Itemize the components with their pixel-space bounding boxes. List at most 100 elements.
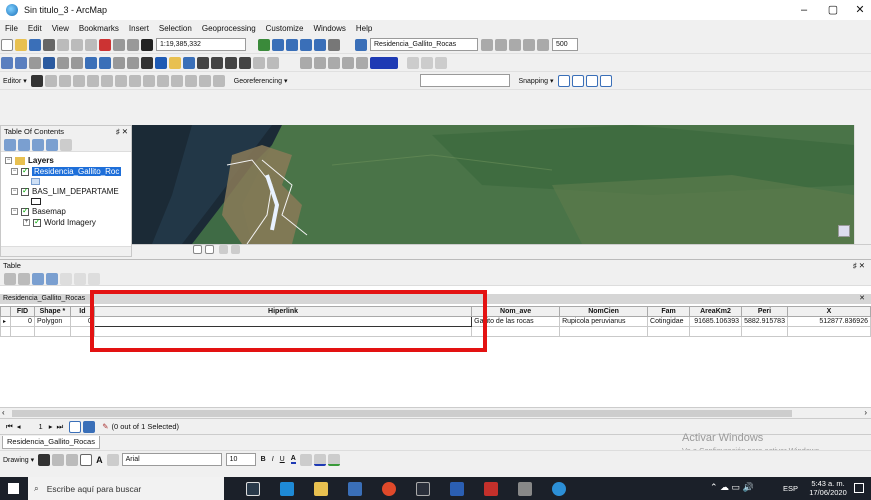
vertex-snapping-icon[interactable] bbox=[585, 74, 598, 87]
menu-insert[interactable]: Insert bbox=[124, 24, 154, 33]
georef-tool-6-icon[interactable] bbox=[407, 56, 419, 69]
zoom-to-selected-icon[interactable] bbox=[74, 272, 86, 285]
layer-visibility-checkbox[interactable] bbox=[21, 166, 29, 176]
fixed-zoom-out-icon[interactable] bbox=[71, 56, 83, 69]
redo-icon[interactable] bbox=[127, 38, 139, 51]
drawing-menu[interactable]: Drawing ▾ bbox=[3, 456, 34, 464]
pan-icon[interactable] bbox=[29, 56, 41, 69]
layer-dropdown[interactable]: Residencia_Gallito_Rocas bbox=[370, 38, 478, 51]
point-icon[interactable] bbox=[100, 74, 113, 87]
catalog-icon[interactable] bbox=[286, 38, 298, 51]
menu-view[interactable]: View bbox=[47, 24, 74, 33]
collapse-icon[interactable]: − bbox=[5, 157, 12, 164]
table-cell[interactable]: Cotingidae bbox=[647, 316, 691, 327]
arcmap-taskbar-icon[interactable] bbox=[552, 481, 566, 496]
paste-icon[interactable] bbox=[85, 38, 97, 51]
map-view[interactable] bbox=[132, 125, 854, 244]
select-features-icon[interactable] bbox=[113, 56, 125, 69]
toc-layer-bas-lim[interactable]: − BAS_LIM_DEPARTAME bbox=[11, 186, 119, 196]
edit-tool-icon[interactable] bbox=[30, 74, 43, 87]
data-view-icon[interactable] bbox=[193, 245, 202, 254]
toc-options-icon[interactable] bbox=[60, 138, 72, 151]
select-elements-icon[interactable] bbox=[141, 56, 153, 69]
flicker-icon[interactable] bbox=[537, 38, 549, 51]
undo-icon[interactable] bbox=[113, 38, 125, 51]
layer-visibility-checkbox[interactable] bbox=[21, 186, 29, 196]
font-size-dropdown[interactable]: 10 bbox=[225, 453, 256, 466]
trace-icon[interactable] bbox=[86, 74, 99, 87]
tray-icons[interactable]: ⌃ ☁ ▭ 🔊 bbox=[710, 482, 754, 493]
search-window-icon[interactable] bbox=[300, 38, 312, 51]
menu-file[interactable]: File bbox=[0, 24, 23, 33]
brightness-icon[interactable] bbox=[495, 38, 507, 51]
switch-selection-icon[interactable] bbox=[46, 272, 58, 285]
full-extent-icon[interactable] bbox=[43, 56, 55, 69]
transparency-icon[interactable] bbox=[509, 38, 521, 51]
create-viewer-icon[interactable] bbox=[267, 56, 279, 69]
cut-polygons-icon[interactable] bbox=[142, 74, 155, 87]
windows-start-icon[interactable] bbox=[8, 483, 19, 494]
delete-selected-icon[interactable] bbox=[88, 272, 100, 285]
contrast-icon[interactable] bbox=[481, 38, 493, 51]
app-icon[interactable] bbox=[518, 481, 532, 496]
map-navigator-icon[interactable] bbox=[838, 225, 850, 237]
expand-icon[interactable]: + bbox=[23, 219, 30, 226]
chrome-icon[interactable] bbox=[382, 481, 396, 496]
georeferencing-menu[interactable]: Georeferencing ▾ bbox=[234, 77, 288, 85]
marker-color-icon[interactable] bbox=[327, 453, 340, 466]
table-cell[interactable]: 512877.836926 bbox=[786, 316, 871, 327]
edit-annotation-icon[interactable] bbox=[44, 74, 57, 87]
copy-icon[interactable] bbox=[71, 38, 83, 51]
column-header[interactable]: FID bbox=[9, 306, 35, 317]
georef-tool-4-icon[interactable] bbox=[342, 56, 354, 69]
italic-button[interactable]: I bbox=[272, 456, 274, 463]
html-popup-icon[interactable] bbox=[183, 56, 195, 69]
rotate-icon[interactable] bbox=[170, 74, 183, 87]
next-record-icon[interactable]: ▸ bbox=[49, 422, 53, 431]
underline-button[interactable]: U bbox=[280, 456, 285, 463]
column-header[interactable]: X bbox=[786, 306, 871, 317]
select-elements-icon[interactable] bbox=[38, 453, 51, 466]
toc-layer-residencia[interactable]: − Residencia_Gallito_Roc bbox=[11, 166, 122, 176]
edge-browser-icon[interactable] bbox=[280, 481, 294, 496]
identify-icon[interactable] bbox=[155, 56, 167, 69]
layer-table-close-icon[interactable]: ✕ bbox=[859, 294, 865, 304]
table-cell[interactable]: 5882.915783 bbox=[741, 316, 788, 327]
edge-snapping-icon[interactable] bbox=[599, 74, 612, 87]
zoom-out-icon[interactable] bbox=[15, 56, 27, 69]
back-extent-icon[interactable] bbox=[85, 56, 97, 69]
layer-symbol-swatch[interactable] bbox=[31, 198, 41, 205]
menu-geoprocessing[interactable]: Geoprocessing bbox=[197, 24, 261, 33]
clear-selection-icon[interactable] bbox=[127, 56, 139, 69]
delete-icon[interactable] bbox=[99, 38, 111, 51]
menu-help[interactable]: Help bbox=[351, 24, 377, 33]
table-cell[interactable]: 91685.106393 bbox=[689, 316, 742, 327]
georef-tool-1-icon[interactable] bbox=[300, 56, 312, 69]
fill-color-icon[interactable] bbox=[299, 453, 312, 466]
layer-visibility-checkbox[interactable] bbox=[21, 206, 29, 216]
find-icon[interactable] bbox=[211, 56, 223, 69]
line-color-icon[interactable] bbox=[313, 453, 326, 466]
layout-view-icon[interactable] bbox=[205, 245, 214, 254]
save-icon[interactable] bbox=[29, 38, 41, 51]
scroll-left-icon[interactable]: ‹ bbox=[2, 408, 5, 417]
table-of-contents-icon[interactable] bbox=[272, 38, 284, 51]
split-icon[interactable] bbox=[156, 74, 169, 87]
first-record-icon[interactable]: ⏮ bbox=[6, 422, 13, 432]
menu-edit[interactable]: Edit bbox=[23, 24, 47, 33]
zoom-in-icon[interactable] bbox=[1, 56, 13, 69]
table-options-icon[interactable] bbox=[4, 272, 16, 285]
font-dropdown[interactable]: Arial bbox=[121, 453, 222, 466]
related-tables-icon[interactable] bbox=[18, 272, 30, 285]
attributes-icon[interactable] bbox=[184, 74, 197, 87]
color-swatch-icon[interactable] bbox=[370, 56, 398, 69]
show-all-records-icon[interactable] bbox=[69, 420, 82, 433]
table-cell[interactable]: 0 bbox=[9, 316, 35, 327]
rotate-element-icon[interactable] bbox=[52, 453, 65, 466]
menu-customize[interactable]: Customize bbox=[261, 24, 309, 33]
table-tab[interactable]: Residencia_Gallito_Rocas bbox=[2, 436, 100, 449]
editor-toolbar-icon[interactable] bbox=[258, 38, 270, 51]
map-vertical-scrollbar[interactable] bbox=[854, 125, 871, 244]
new-text-icon[interactable]: A bbox=[96, 455, 103, 465]
find-route-icon[interactable] bbox=[225, 56, 237, 69]
